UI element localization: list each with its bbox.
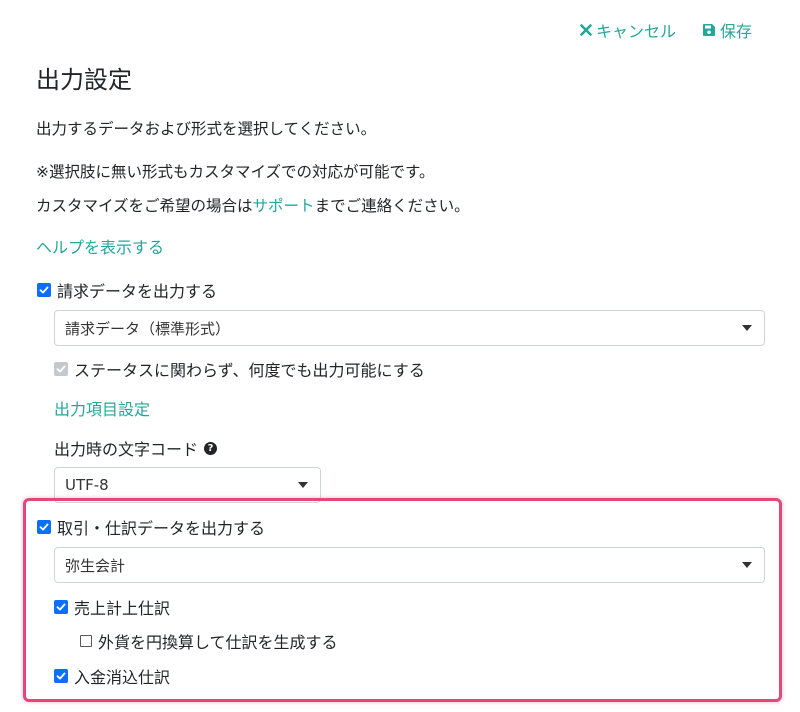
journal-output-label: 取引・仕訳データを出力する [57,519,266,538]
cancel-label: キャンセル [595,22,676,41]
checkbox-unchecked-icon[interactable] [80,635,92,647]
question-circle-icon[interactable]: ? [204,441,218,455]
checkbox-checked-icon[interactable] [37,520,51,534]
invoice-format-value: 請求データ（標準形式） [65,319,231,338]
receipt-journal-checkbox[interactable]: 入金消込仕訳 [54,664,170,688]
support-note: カスタマイズをご希望の場合はサポートまでご連絡ください。 [36,194,470,216]
fx-conversion-checkbox[interactable]: 外貨を円換算して仕訳を生成する [80,629,338,653]
customize-note: ※選択肢に無い形式もカスタマイズでの対応が可能です。 [36,163,435,181]
invoice-output-checkbox[interactable]: 請求データを出力する [37,278,217,302]
page-title: 出力設定 [36,66,132,94]
save-label: 保存 [719,22,752,41]
status-any-label: ステータスに関わらず、何度でも出力可能にする [74,361,425,380]
help-link[interactable]: ヘルプを表示する [36,234,164,258]
encoding-label-text: 出力時の文字コード [54,440,199,459]
header-actions: キャンセル 保存 [580,18,752,42]
sales-journal-label: 売上計上仕訳 [74,599,171,618]
journal-output-checkbox[interactable]: 取引・仕訳データを出力する [37,515,265,539]
journal-format-select[interactable]: 弥生会計 [54,547,765,583]
floppy-disk-icon [702,23,716,37]
checkbox-disabled-icon [54,362,68,376]
invoice-output-label: 請求データを出力する [57,282,218,301]
save-button[interactable]: 保存 [702,18,752,42]
output-items-link[interactable]: 出力項目設定 [54,396,150,420]
checkbox-checked-icon[interactable] [37,283,51,297]
support-note-after: までご連絡ください。 [314,197,470,215]
encoding-label: 出力時の文字コード ? [54,436,218,460]
encoding-value: UTF-8 [65,476,109,494]
support-link[interactable]: サポート [253,197,315,215]
support-note-before: カスタマイズをご希望の場合は [36,197,253,215]
journal-format-value: 弥生会計 [65,556,126,575]
caret-down-icon [298,482,308,488]
checkbox-checked-icon[interactable] [54,600,68,614]
cancel-button[interactable]: キャンセル [580,18,676,42]
intro-text: 出力するデータおよび形式を選択してください。 [36,120,377,138]
caret-down-icon [742,325,752,331]
sales-journal-checkbox[interactable]: 売上計上仕訳 [54,595,170,619]
status-any-checkbox: ステータスに関わらず、何度でも出力可能にする [54,357,425,381]
caret-down-icon [742,562,752,568]
close-icon [580,24,592,36]
checkbox-checked-icon[interactable] [54,669,68,683]
receipt-journal-label: 入金消込仕訳 [74,668,171,687]
fx-conversion-label: 外貨を円換算して仕訳を生成する [98,633,338,652]
invoice-format-select[interactable]: 請求データ（標準形式） [54,310,765,346]
